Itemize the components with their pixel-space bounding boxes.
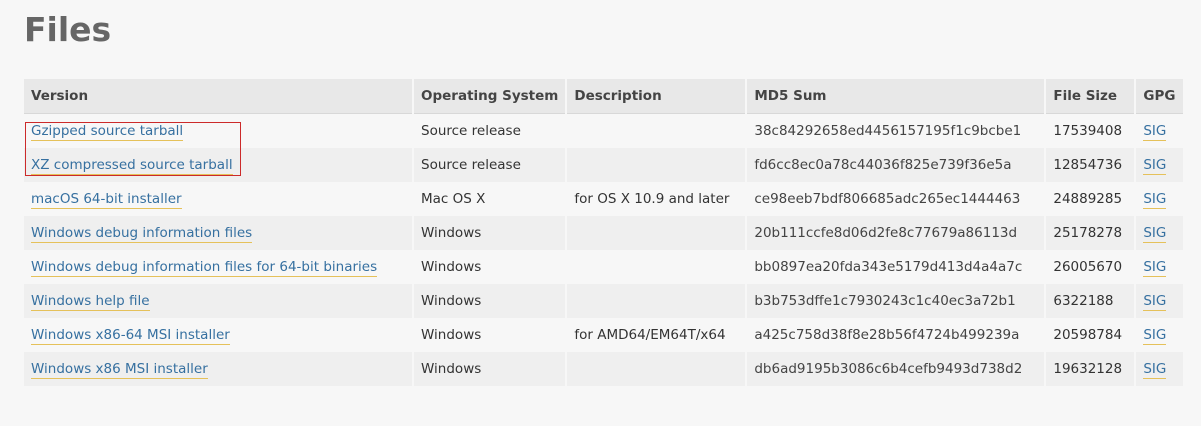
table-row: Gzipped source tarball Source release 38… <box>24 114 1184 148</box>
table-row: Windows debug information files for 64-b… <box>24 250 1184 284</box>
sig-link[interactable]: SIG <box>1143 123 1167 141</box>
sig-link[interactable]: SIG <box>1143 361 1167 379</box>
version-cell: Windows x86-64 MSI installer <box>24 318 412 352</box>
version-cell: macOS 64-bit installer <box>24 182 412 216</box>
version-cell: Windows debug information files <box>24 216 412 250</box>
description-cell: for OS X 10.9 and later <box>567 182 746 216</box>
table-row: XZ compressed source tarball Source rele… <box>24 148 1184 182</box>
table-row: Windows debug information files Windows … <box>24 216 1184 250</box>
size-cell: 6322188 <box>1046 284 1135 318</box>
version-cell: Windows debug information files for 64-b… <box>24 250 412 284</box>
gpg-cell: SIG <box>1136 250 1184 284</box>
table-row: Windows x86-64 MSI installer Windows for… <box>24 318 1184 352</box>
header-md5-sum: MD5 Sum <box>747 79 1045 114</box>
gpg-cell: SIG <box>1136 352 1184 386</box>
version-link[interactable]: Gzipped source tarball <box>31 123 184 141</box>
header-file-size: File Size <box>1046 79 1135 114</box>
version-link[interactable]: macOS 64-bit installer <box>31 191 182 209</box>
md5-cell: 38c84292658ed4456157195f1c9bcbe1 <box>747 114 1045 148</box>
version-link[interactable]: Windows x86-64 MSI installer <box>31 327 230 345</box>
table-body: Gzipped source tarball Source release 38… <box>24 114 1184 386</box>
description-cell: for AMD64/EM64T/x64 <box>567 318 746 352</box>
files-table: Version Operating System Description MD5… <box>22 79 1185 386</box>
os-cell: Windows <box>414 284 566 318</box>
os-cell: Windows <box>414 250 566 284</box>
sig-link[interactable]: SIG <box>1143 225 1167 243</box>
size-cell: 24889285 <box>1046 182 1135 216</box>
version-cell: Windows x86 MSI installer <box>24 352 412 386</box>
files-page: Files Version Operating System Descripti… <box>0 0 1201 426</box>
md5-cell: ce98eeb7bdf806685adc265ec1444463 <box>747 182 1045 216</box>
version-link[interactable]: Windows help file <box>31 293 150 311</box>
description-cell <box>567 284 746 318</box>
os-cell: Source release <box>414 114 566 148</box>
page-title: Files <box>24 10 112 49</box>
version-link[interactable]: Windows debug information files for 64-b… <box>31 259 378 277</box>
gpg-cell: SIG <box>1136 148 1184 182</box>
os-cell: Windows <box>414 216 566 250</box>
os-cell: Mac OS X <box>414 182 566 216</box>
table-row: Windows help file Windows b3b753dffe1c79… <box>24 284 1184 318</box>
sig-link[interactable]: SIG <box>1143 157 1167 175</box>
size-cell: 26005670 <box>1046 250 1135 284</box>
gpg-cell: SIG <box>1136 182 1184 216</box>
version-cell: XZ compressed source tarball <box>24 148 412 182</box>
gpg-cell: SIG <box>1136 114 1184 148</box>
gpg-cell: SIG <box>1136 216 1184 250</box>
md5-cell: 20b111ccfe8d06d2fe8c77679a86113d <box>747 216 1045 250</box>
header-description: Description <box>567 79 746 114</box>
size-cell: 25178278 <box>1046 216 1135 250</box>
sig-link[interactable]: SIG <box>1143 191 1167 209</box>
os-cell: Windows <box>414 352 566 386</box>
md5-cell: a425c758d38f8e28b56f4724b499239a <box>747 318 1045 352</box>
size-cell: 17539408 <box>1046 114 1135 148</box>
table-row: Windows x86 MSI installer Windows db6ad9… <box>24 352 1184 386</box>
md5-cell: bb0897ea20fda343e5179d413d4a4a7c <box>747 250 1045 284</box>
description-cell <box>567 216 746 250</box>
description-cell <box>567 114 746 148</box>
header-operating-system: Operating System <box>414 79 566 114</box>
md5-cell: fd6cc8ec0a78c44036f825e739f36e5a <box>747 148 1045 182</box>
description-cell <box>567 352 746 386</box>
version-cell: Windows help file <box>24 284 412 318</box>
sig-link[interactable]: SIG <box>1143 327 1167 345</box>
size-cell: 19632128 <box>1046 352 1135 386</box>
description-cell <box>567 148 746 182</box>
version-link[interactable]: XZ compressed source tarball <box>31 157 233 175</box>
header-row: Version Operating System Description MD5… <box>24 79 1184 114</box>
gpg-cell: SIG <box>1136 284 1184 318</box>
md5-cell: db6ad9195b3086c6b4cefb9493d738d2 <box>747 352 1045 386</box>
version-link[interactable]: Windows debug information files <box>31 225 253 243</box>
header-gpg: GPG <box>1136 79 1184 114</box>
table-header: Version Operating System Description MD5… <box>24 79 1184 114</box>
size-cell: 12854736 <box>1046 148 1135 182</box>
version-link[interactable]: Windows x86 MSI installer <box>31 361 208 379</box>
header-version: Version <box>24 79 412 114</box>
size-cell: 20598784 <box>1046 318 1135 352</box>
os-cell: Source release <box>414 148 566 182</box>
table-row: macOS 64-bit installer Mac OS X for OS X… <box>24 182 1184 216</box>
os-cell: Windows <box>414 318 566 352</box>
sig-link[interactable]: SIG <box>1143 293 1167 311</box>
version-cell: Gzipped source tarball <box>24 114 412 148</box>
md5-cell: b3b753dffe1c7930243c1c40ec3a72b1 <box>747 284 1045 318</box>
sig-link[interactable]: SIG <box>1143 259 1167 277</box>
gpg-cell: SIG <box>1136 318 1184 352</box>
description-cell <box>567 250 746 284</box>
